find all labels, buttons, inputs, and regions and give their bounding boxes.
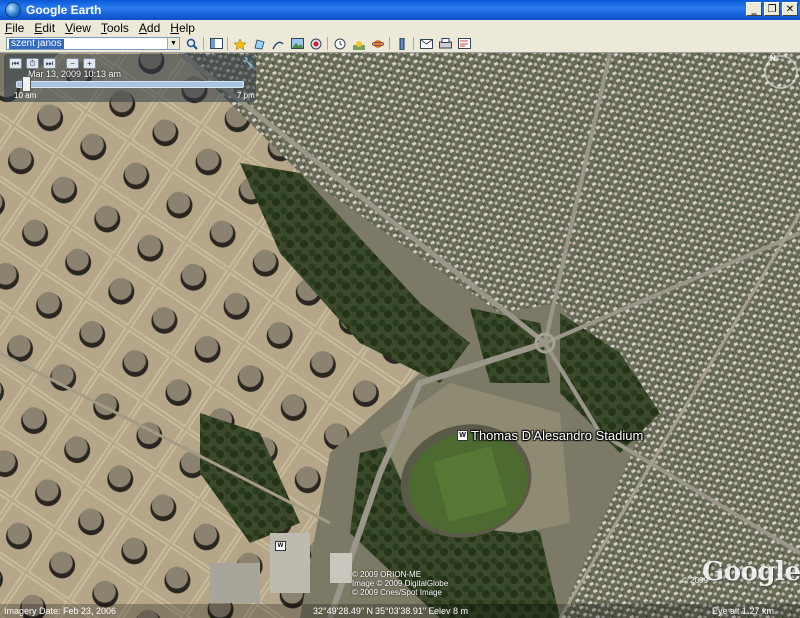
road-shield-icon: W — [275, 541, 286, 551]
menu-bar: File Edit View Tools Add Help — [0, 20, 800, 36]
email-icon[interactable] — [419, 37, 433, 50]
slider-end-label: 7 pm — [237, 91, 255, 100]
menu-help[interactable]: Help — [165, 21, 200, 35]
eye-altitude: Eye alt 1.27 km — [712, 606, 775, 616]
menu-file[interactable]: File — [0, 21, 29, 35]
menu-add[interactable]: Add — [134, 21, 165, 35]
search-value: szent janos — [9, 37, 64, 49]
stadium-label: Thomas D'Alesandro Stadium — [471, 428, 644, 443]
search-icon[interactable] — [185, 37, 199, 50]
search-input[interactable]: szent janos ▼ — [6, 37, 180, 50]
toolbar-divider — [203, 37, 204, 50]
planets-icon[interactable] — [371, 37, 385, 50]
polygon-icon[interactable] — [252, 37, 266, 50]
toolbar: szent janos ▼ — [0, 35, 800, 53]
image-overlay-icon[interactable] — [290, 37, 304, 50]
copyright-line: Image © 2009 DigitalGlobe — [352, 579, 449, 588]
path-icon[interactable] — [271, 37, 285, 50]
toolbar-divider — [227, 37, 228, 50]
elevation: elev 8 m — [434, 606, 469, 616]
compass-north-label: N — [770, 54, 776, 63]
maps-icon[interactable] — [457, 37, 471, 50]
latitude: 32°49'28.49" N — [313, 606, 374, 616]
slider-back-icon[interactable]: ⏮ — [9, 58, 22, 69]
satellite-imagery — [0, 53, 800, 618]
copyright-line: © 2009 Cnes/Spot Image — [352, 588, 442, 597]
historical-imagery-icon[interactable] — [333, 37, 347, 50]
placemark-icon[interactable] — [233, 37, 247, 50]
slider-forward-icon[interactable]: ⏭ — [43, 58, 56, 69]
earth-view[interactable] — [0, 53, 800, 618]
status-bar: Imagery Date: Feb 23, 2006 32°49'28.49" … — [0, 604, 800, 618]
wrench-icon[interactable]: 🔧 — [242, 58, 255, 69]
close-button[interactable]: ✕ — [782, 2, 798, 16]
sunlight-icon[interactable] — [352, 37, 366, 50]
stadium-placemark[interactable]: W Thomas D'Alesandro Stadium — [457, 428, 643, 443]
imagery-copyright: © 2009 ORION-ME Image © 2009 DigitalGlob… — [352, 570, 448, 597]
slider-start-label: 10 am — [14, 91, 37, 100]
menu-edit[interactable]: Edit — [29, 21, 60, 35]
slider-track[interactable] — [16, 81, 244, 88]
title-bar: Google Earth _ ❐ ✕ — [0, 0, 800, 20]
maximize-button[interactable]: ❐ — [764, 2, 780, 16]
search-dropdown-button[interactable]: ▼ — [167, 38, 179, 49]
sidebar-icon[interactable] — [209, 37, 223, 50]
imagery-date: Imagery Date: Feb 23, 2006 — [4, 606, 117, 616]
slider-thumb[interactable] — [22, 76, 32, 92]
historical-imagery-slider: ⏮ ⏱ ⏭ − + 🔧 Mar 13, 2009 10:13 am 10 am … — [4, 54, 256, 102]
zoom-out-time-icon[interactable]: − — [66, 58, 79, 69]
google-earth-icon — [5, 2, 21, 18]
minimize-button[interactable]: _ — [746, 2, 762, 16]
print-icon[interactable] — [438, 37, 452, 50]
clock-settings-icon[interactable]: ⏱ — [26, 58, 39, 69]
toolbar-divider — [389, 37, 390, 50]
longitude: 35°03'38.91" E — [375, 606, 435, 616]
slider-date: Mar 13, 2009 10:13 am — [28, 69, 122, 79]
menu-tools[interactable]: Tools — [96, 21, 134, 35]
record-tour-icon[interactable] — [309, 37, 323, 50]
place-icon: W — [457, 430, 468, 441]
window-title: Google Earth — [26, 3, 102, 17]
google-logo: Google — [702, 557, 800, 587]
toolbar-divider — [327, 37, 328, 50]
ruler-icon[interactable] — [395, 37, 409, 50]
toolbar-divider — [413, 37, 414, 50]
zoom-in-time-icon[interactable]: + — [83, 58, 96, 69]
copyright-line: © 2009 ORION-ME — [352, 570, 422, 579]
menu-view[interactable]: View — [60, 21, 96, 35]
